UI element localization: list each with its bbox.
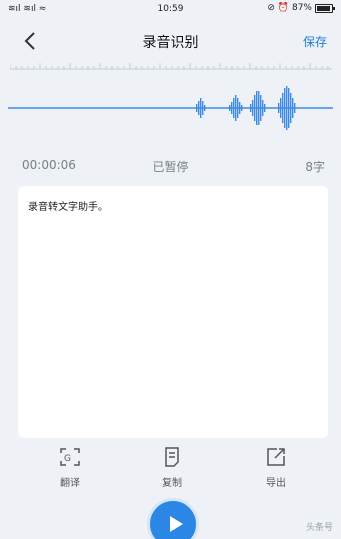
status-right: ⊘ ⏰ 87% xyxy=(267,3,335,13)
nav-bar: 录音识别 保存 xyxy=(0,22,341,58)
waveform-bar xyxy=(237,98,239,118)
audio-waveform[interactable] xyxy=(0,80,341,136)
waveform-bar xyxy=(290,93,292,123)
waveform-bar xyxy=(282,93,284,123)
waveform-bar xyxy=(252,100,254,116)
waveform-bar xyxy=(231,102,233,114)
char-count: 8字 xyxy=(305,160,325,174)
waveform-bar xyxy=(233,98,235,118)
waveform-bar xyxy=(280,98,282,118)
page-title: 录音识别 xyxy=(142,35,199,51)
export-icon xyxy=(267,448,285,466)
waveform-bar xyxy=(256,91,258,125)
waveform-bar xyxy=(196,104,198,112)
waveform-bar xyxy=(284,88,286,128)
translate-button[interactable]: G 翻译 xyxy=(40,446,100,489)
waveform-bar xyxy=(264,104,266,112)
waveform-bar xyxy=(241,105,243,111)
export-label: 导出 xyxy=(266,478,286,489)
waveform-bar xyxy=(254,95,256,121)
waveform-bar xyxy=(288,88,290,128)
svg-text:G: G xyxy=(64,454,71,464)
recording-state: 已暂停 xyxy=(152,160,189,174)
translate-icon: G xyxy=(60,448,80,466)
transcript-area[interactable]: 录音转文字助手。 xyxy=(18,186,328,438)
copy-icon xyxy=(165,447,179,467)
waveform-bar xyxy=(260,95,262,121)
copy-button[interactable]: 复制 xyxy=(142,446,202,489)
copy-label: 复制 xyxy=(162,478,182,489)
play-button[interactable] xyxy=(147,498,199,539)
status-bar: ≋ıl ≋ıl ≈ 10:59 ⊘ ⏰ 87% xyxy=(0,0,341,18)
waveform-bar xyxy=(250,104,252,112)
action-bar: G 翻译 复制 导出 xyxy=(0,446,341,496)
waveform-bar xyxy=(202,101,204,115)
waveform-bar xyxy=(229,105,231,111)
waveform-bar xyxy=(200,98,202,118)
waveform-bar xyxy=(292,98,294,118)
timeline-ruler xyxy=(10,63,332,70)
transcript-text[interactable]: 录音转文字助手。 xyxy=(28,198,108,213)
waveform-bar xyxy=(258,91,260,125)
waveform-bar xyxy=(278,103,280,113)
waveform-bar xyxy=(262,100,264,116)
battery-percent: 87% xyxy=(291,3,312,13)
save-button[interactable]: 保存 xyxy=(303,33,327,50)
watermark: 头条号 xyxy=(305,523,333,533)
play-icon xyxy=(170,516,183,532)
export-button[interactable]: 导出 xyxy=(246,446,306,489)
waveform-bar xyxy=(204,105,206,111)
translate-label: 翻译 xyxy=(60,478,80,489)
waveform-bar xyxy=(239,102,241,114)
recording-info: 00:00:06 已暂停 8字 xyxy=(0,158,341,178)
waveform-bar xyxy=(294,103,296,113)
waveform-bar xyxy=(235,95,237,121)
alarm-icon: ⊘ ⏰ xyxy=(267,3,289,13)
waveform-bar xyxy=(286,86,288,130)
battery-icon xyxy=(315,3,335,13)
waveform-bar xyxy=(198,101,200,115)
